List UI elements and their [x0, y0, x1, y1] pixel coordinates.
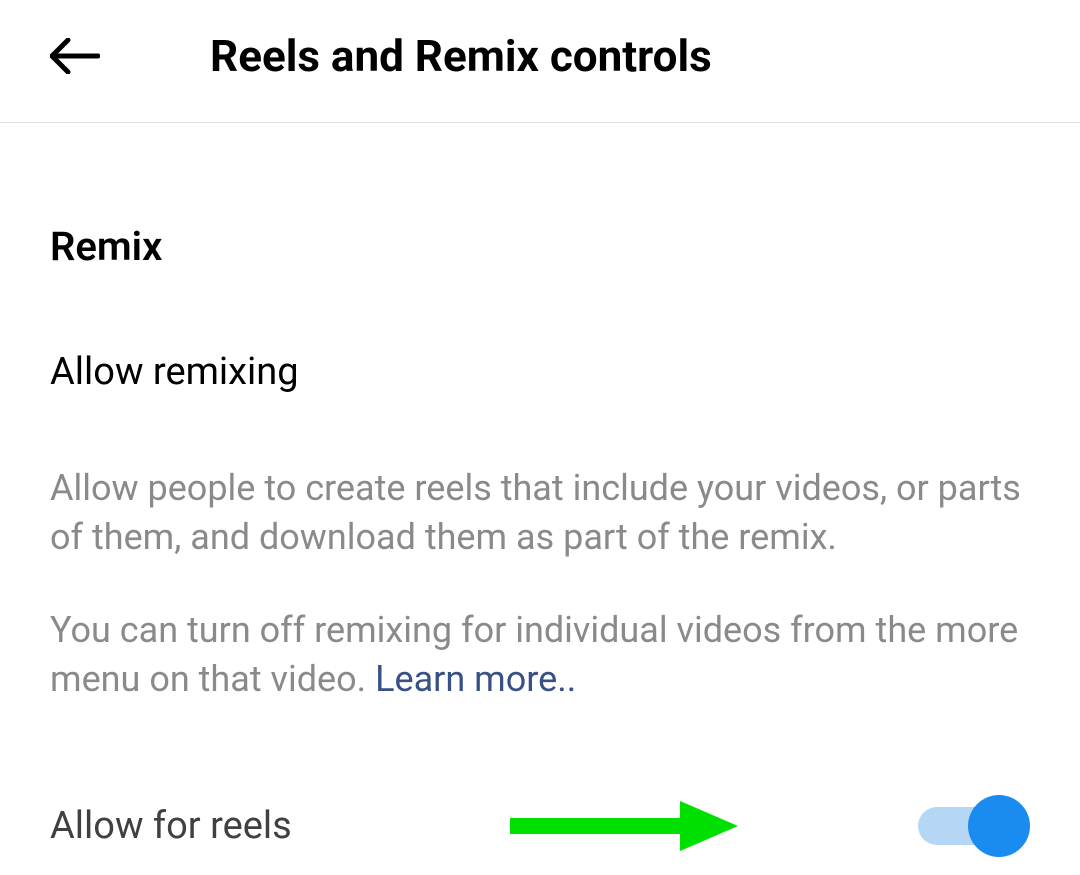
setting-description-2: You can turn off remixing for individual…	[50, 606, 1030, 703]
setting-title: Allow remixing	[50, 350, 1030, 394]
toggle-row: Allow for reels	[50, 803, 1030, 849]
allow-for-reels-toggle[interactable]	[918, 803, 1030, 849]
page-title: Reels and Remix controls	[210, 30, 712, 82]
header: Reels and Remix controls	[0, 0, 1080, 123]
content: Remix Allow remixing Allow people to cre…	[0, 123, 1080, 849]
section-title: Remix	[50, 223, 1030, 270]
back-arrow-icon[interactable]	[50, 38, 100, 74]
learn-more-link[interactable]: Learn more..	[375, 658, 576, 700]
toggle-label: Allow for reels	[50, 804, 292, 848]
annotation-arrow-icon	[510, 796, 740, 856]
setting-description-1: Allow people to create reels that includ…	[50, 464, 1030, 561]
toggle-thumb	[968, 795, 1030, 857]
